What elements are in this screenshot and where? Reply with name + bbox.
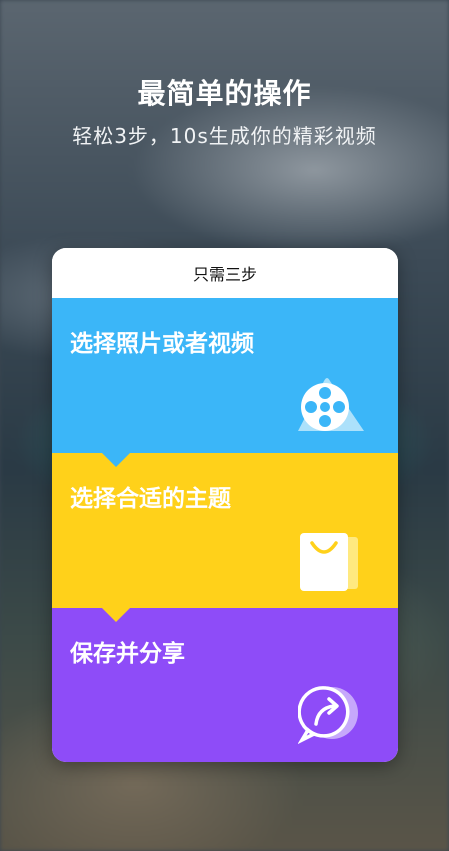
page-subtitle: 轻松3步，10s生成你的精彩视频 — [72, 124, 377, 148]
step-save-share[interactable]: 保存并分享 — [52, 608, 398, 762]
steps-card: 只需三步 选择照片或者视频 选择合适的主题 保存并分享 — [52, 248, 398, 762]
shopping-bag-icon — [298, 527, 360, 597]
step-label: 保存并分享 — [70, 641, 185, 667]
step-pointer — [102, 608, 130, 622]
step-label: 选择照片或者视频 — [70, 331, 254, 357]
page-title: 最简单的操作 — [137, 77, 312, 110]
card-header: 只需三步 — [52, 248, 398, 298]
film-reel-icon — [288, 373, 366, 439]
step-select-theme[interactable]: 选择合适的主题 — [52, 453, 398, 608]
share-arrow-icon — [297, 684, 360, 750]
step-label: 选择合适的主题 — [70, 486, 231, 512]
step-select-media[interactable]: 选择照片或者视频 — [52, 298, 398, 453]
step-pointer — [102, 453, 130, 467]
